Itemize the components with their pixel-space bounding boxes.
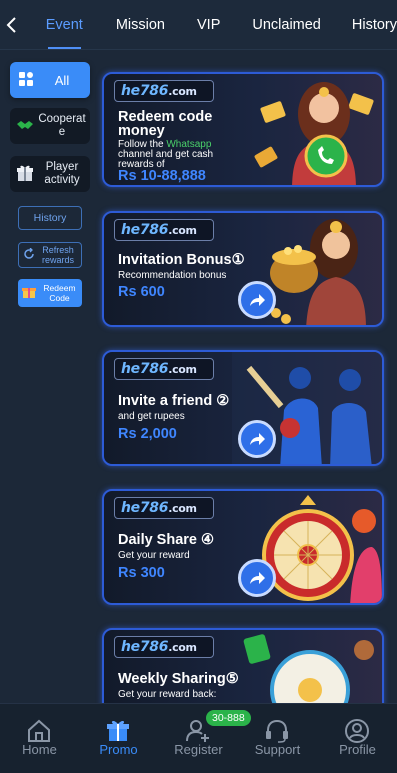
brand-logo: he786.com (114, 636, 214, 658)
tab-vip[interactable]: VIP (197, 0, 220, 50)
bottom-navigation: Home Promo Register 30-888 Support Profi… (0, 703, 397, 773)
nav-home-label: Home (22, 742, 57, 757)
share-arrow-icon[interactable] (238, 559, 276, 597)
redeem-code-button[interactable]: Redeem Code (18, 279, 82, 307)
tab-mission[interactable]: Mission (116, 0, 165, 50)
handshake-icon (16, 118, 34, 135)
card-title-line2: money (118, 123, 165, 139)
back-arrow-icon[interactable] (0, 0, 22, 50)
card-amount: Rs 300 (118, 565, 165, 581)
brand-logo: he786.com (114, 497, 214, 519)
nav-promo[interactable]: Promo (79, 704, 158, 773)
category-all-label: All (54, 72, 70, 88)
category-cooperate-button[interactable]: Cooperat e (10, 108, 90, 144)
nav-register-label: Register (174, 742, 223, 757)
card-subtitle: Recommendation bonus (118, 270, 227, 281)
redeem-code-label: Redeem Code (43, 283, 76, 303)
refresh-icon (23, 247, 35, 263)
nav-profile-label: Profile (339, 742, 376, 757)
brand-logo: he786.com (114, 80, 214, 102)
card-amount: Rs 600 (118, 284, 165, 300)
category-sidebar: All Cooperat e Player activity History R… (0, 50, 100, 700)
share-arrow-icon[interactable] (238, 281, 276, 319)
tab-unclaimed[interactable]: Unclaimed (252, 0, 321, 50)
category-player-activity-label: Player activity (44, 161, 80, 186)
promo-card-invitation-bonus[interactable]: he786.com Invitation Bonus① Recommendati… (102, 211, 384, 327)
tab-history[interactable]: History (352, 0, 397, 50)
nav-support-label: Support (254, 742, 301, 757)
promo-card-invite-friend[interactable]: he786.com Invite a friend ② and get rupe… (102, 350, 384, 466)
category-cooperate-label: Cooperat e (38, 113, 86, 138)
card-title: Invite a friend ② (118, 393, 230, 409)
category-all-button[interactable]: All (10, 62, 90, 98)
share-arrow-icon[interactable] (238, 420, 276, 458)
nav-profile[interactable]: Profile (318, 704, 397, 773)
refresh-rewards-button[interactable]: Refresh rewards (18, 242, 82, 268)
tab-event[interactable]: Event (46, 0, 83, 50)
category-player-activity-button[interactable]: Player activity (10, 156, 90, 192)
nav-promo-label: Promo (99, 742, 138, 757)
history-button[interactable]: History (18, 206, 82, 230)
card-subtitle: and get rupees (118, 411, 185, 422)
profile-icon (345, 719, 369, 743)
nav-support[interactable]: Support (238, 704, 317, 773)
card-amount: Rs 2,000 (118, 426, 177, 442)
headset-icon (266, 719, 288, 743)
promo-card-daily-share[interactable]: he786.com Daily Share ④ Get your reward … (102, 489, 384, 605)
nav-home[interactable]: Home (0, 704, 79, 773)
brand-logo: he786.com (114, 219, 214, 241)
home-icon (28, 719, 50, 742)
whatsapp-goddess-illustration (254, 82, 374, 185)
gift-icon (16, 164, 34, 185)
redeem-gift-icon (21, 285, 37, 301)
promo-card-redeem-code[interactable]: he786.com Redeem code money Follow the W… (102, 72, 384, 187)
gift-box-icon (107, 720, 129, 741)
card-subtitle: Get your reward (118, 550, 190, 561)
grid-icon (18, 71, 34, 90)
card-amount: Rs 10-88,888 (118, 168, 206, 184)
card-title: Invitation Bonus① (118, 252, 245, 268)
top-tab-bar: Event Mission VIP Unclaimed History (0, 0, 397, 50)
refresh-rewards-label: Refresh rewards (41, 245, 74, 265)
card-title: Daily Share ④ (118, 532, 215, 548)
card-title: Weekly Sharing⑤ (118, 671, 239, 687)
card-subtitle: Get your reward back: (118, 689, 217, 700)
brand-logo: he786.com (114, 358, 214, 380)
